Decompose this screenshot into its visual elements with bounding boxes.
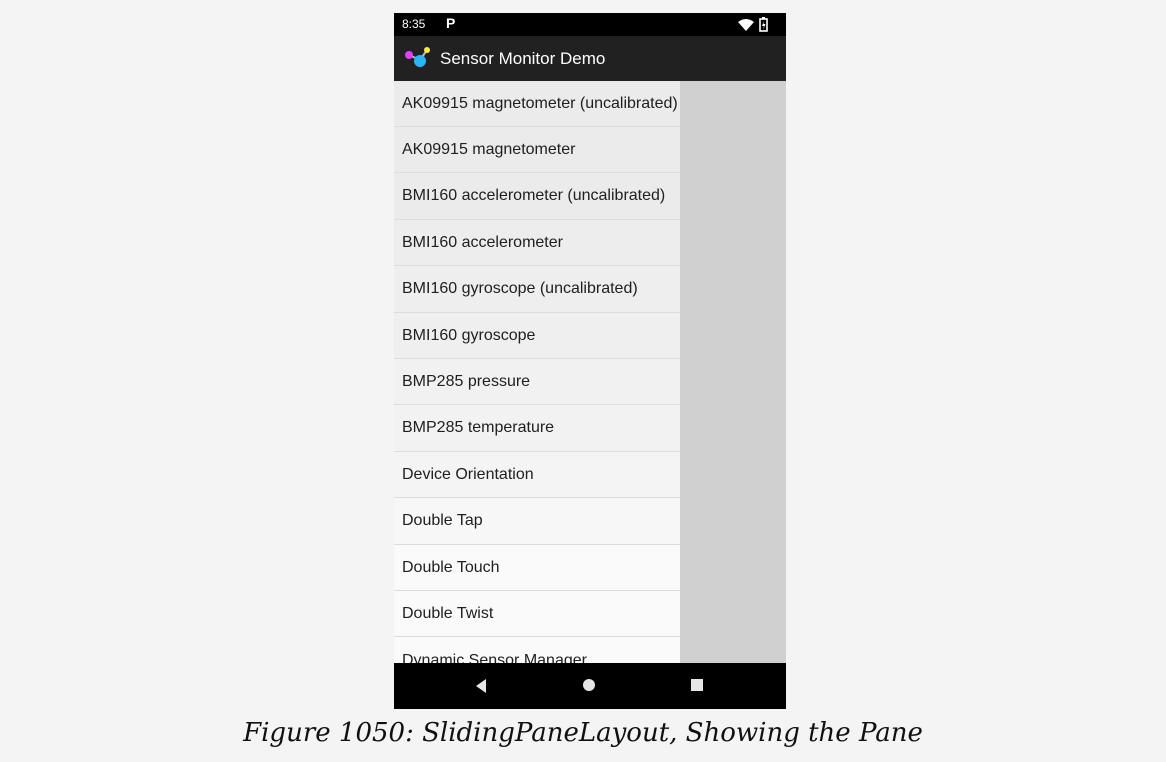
list-item-label: Double Touch	[402, 558, 500, 576]
list-item[interactable]: AK09915 magnetometer	[394, 127, 680, 173]
list-item-label: Double Twist	[402, 604, 494, 622]
list-item[interactable]: Double Touch	[394, 545, 680, 591]
status-time: 8:35	[402, 17, 426, 31]
list-item[interactable]: BMP285 temperature	[394, 405, 680, 452]
list-item[interactable]: Double Twist	[394, 591, 680, 637]
list-item[interactable]: Device Orientation	[394, 452, 680, 498]
list-item[interactable]: Dynamic Sensor Manager	[394, 637, 680, 663]
figure-caption: Figure 1050: SlidingPaneLayout, Showing …	[243, 718, 923, 748]
list-item-label: BMI160 accelerometer (uncalibrated)	[402, 187, 666, 204]
list-item[interactable]: Double Tap	[394, 498, 680, 545]
list-item-label: BMI160 gyroscope	[402, 326, 536, 344]
app-bar: Sensor Monitor Demo	[394, 36, 786, 81]
navigation-bar	[394, 663, 786, 709]
back-icon[interactable]	[474, 678, 488, 694]
list-item-label: AK09915 magnetometer (uncalibrated)	[402, 94, 678, 112]
list-item-label: BMP285 pressure	[402, 372, 531, 390]
list-item[interactable]: BMI160 accelerometer (uncalibrated)	[394, 173, 680, 220]
list-item[interactable]: AK09915 magnetometer (uncalibrated)	[394, 81, 680, 127]
recents-icon[interactable]	[691, 679, 703, 691]
phone-screen: 8:35 P Sensor Monitor Demo AK09915 magne…	[394, 13, 786, 709]
home-icon[interactable]	[583, 679, 595, 691]
sliding-pane-sensor-list[interactable]: AK09915 magnetometer (uncalibrated) AK09…	[394, 81, 680, 663]
list-item[interactable]: BMI160 gyroscope (uncalibrated)	[394, 266, 680, 313]
list-item-label: Dynamic Sensor Manager	[402, 652, 587, 663]
list-item[interactable]: BMI160 gyroscope	[394, 313, 680, 359]
list-item-label: Double Tap	[402, 512, 483, 529]
list-item[interactable]: BMP285 pressure	[394, 359, 680, 405]
app-molecule-icon	[405, 47, 430, 67]
list-item-label: BMP285 temperature	[402, 419, 555, 436]
list-item[interactable]: BMI160 accelerometer	[394, 220, 680, 266]
app-title: Sensor Monitor Demo	[440, 49, 606, 68]
wifi-icon	[738, 19, 754, 31]
status-bar: 8:35 P	[394, 13, 786, 36]
list-item-label: BMI160 accelerometer	[402, 233, 563, 251]
parking-notification-icon: P	[446, 15, 456, 31]
list-item-label: Device Orientation	[402, 465, 534, 483]
list-item-label: BMI160 gyroscope (uncalibrated)	[402, 280, 638, 297]
status-icons	[738, 17, 768, 32]
list-item-label: AK09915 magnetometer	[402, 140, 576, 158]
